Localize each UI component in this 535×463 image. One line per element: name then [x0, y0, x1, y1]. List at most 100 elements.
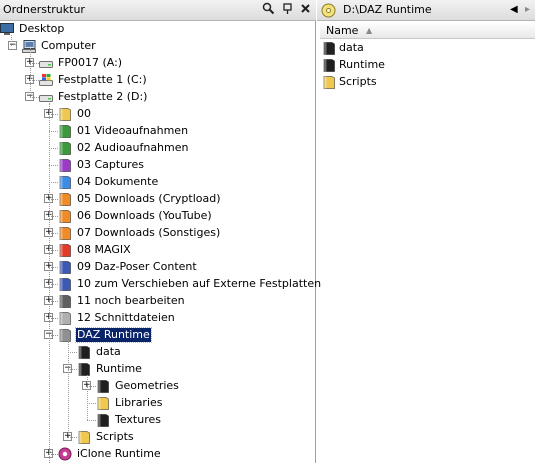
- address-bar[interactable]: D:\DAZ Runtime ◀ ▸: [317, 0, 535, 21]
- tree-item-label: 12 Schnittdateien: [77, 311, 175, 324]
- tree-item[interactable]: +12 Schnittdateien: [44, 310, 316, 327]
- folder-icon: [58, 226, 72, 240]
- tree-item[interactable]: data: [63, 344, 316, 361]
- tree-item-label: 02 Audioaufnahmen: [77, 141, 189, 154]
- tree-item-label: 08 MAGIX: [77, 243, 131, 256]
- tree-line: [49, 335, 58, 336]
- tree-item[interactable]: 02 Audioaufnahmen: [44, 140, 316, 157]
- folder-icon: [58, 158, 72, 172]
- tree-item[interactable]: + iClone Runtime: [44, 446, 316, 463]
- name-column-header[interactable]: Name ▲: [320, 22, 535, 39]
- tree-item-label: Geometries: [115, 379, 179, 392]
- tree-item[interactable]: Libraries: [82, 395, 316, 412]
- floppy-drive-icon: [39, 56, 53, 70]
- tree-line: [30, 46, 31, 97]
- folder-icon: [58, 311, 72, 325]
- tree-line: [49, 103, 50, 463]
- tree-item[interactable]: 01 Videoaufnahmen: [44, 123, 316, 140]
- tree-item[interactable]: − Runtime: [63, 361, 316, 378]
- file-list-pane: D:\DAZ Runtime ◀ ▸ Name ▲ data Runtime Scr…: [317, 0, 535, 463]
- tree-line: [87, 403, 96, 404]
- tree-item-label: FP0017 (A:): [58, 56, 123, 69]
- tree-item-label: iClone Runtime: [77, 447, 161, 460]
- tree-item[interactable]: − Festplatte 2 (D:): [25, 89, 316, 106]
- cd-drive-icon: [321, 3, 336, 18]
- tree-item-label: data: [96, 345, 121, 358]
- folder-icon: [77, 430, 91, 444]
- folder-icon: [322, 75, 336, 89]
- tree-item[interactable]: 03 Captures: [44, 157, 316, 174]
- tree-line: [68, 437, 77, 438]
- tree-item-label: 10 zum Verschieben auf Externe Festplatt…: [77, 277, 322, 290]
- tree-item-label: Festplatte 2 (D:): [58, 90, 148, 103]
- pin-icon[interactable]: [281, 2, 296, 17]
- tree-line: [49, 148, 58, 149]
- tree-line: [87, 386, 96, 387]
- tree-line: [68, 352, 77, 353]
- tree-item[interactable]: +05 Downloads (Cryptload): [44, 191, 316, 208]
- tree-line: [49, 114, 58, 115]
- tree-line: [49, 284, 58, 285]
- tree-line: [49, 131, 58, 132]
- tree-line: [49, 454, 58, 455]
- folder-icon: [322, 41, 336, 55]
- tree-item[interactable]: Textures: [82, 412, 316, 429]
- tree-item[interactable]: +10 zum Verschieben auf Externe Festplat…: [44, 276, 321, 293]
- hard-drive-icon: [39, 90, 53, 104]
- folder-icon: [58, 192, 72, 206]
- tree-line: [49, 165, 58, 166]
- folder-tree-title: Ordnerstruktur: [3, 3, 85, 16]
- tree-line: [49, 318, 58, 319]
- folder-icon: [58, 124, 72, 138]
- search-icon[interactable]: [262, 2, 277, 17]
- windows-drive-icon: [39, 73, 53, 87]
- forward-arrow-icon[interactable]: ▸: [525, 4, 530, 15]
- tree-item[interactable]: +09 Daz-Poser Content: [44, 259, 316, 276]
- iclone-folder-icon: [58, 447, 72, 461]
- desktop-icon: [0, 22, 14, 36]
- folder-icon: [58, 294, 72, 308]
- tree-item[interactable]: + Geometries: [82, 378, 316, 395]
- tree-item-label: Libraries: [115, 396, 163, 409]
- tree-line: [68, 369, 77, 370]
- tree-item[interactable]: +07 Downloads (Sonstiges): [44, 225, 316, 242]
- folder-icon: [77, 345, 91, 359]
- tree-item[interactable]: +06 Downloads (YouTube): [44, 208, 316, 225]
- tree-item-label: 04 Dokumente: [77, 175, 159, 188]
- tree-line: [49, 199, 58, 200]
- tree-item-label: 01 Videoaufnahmen: [77, 124, 189, 137]
- tree-item-label: 07 Downloads (Sonstiges): [77, 226, 221, 239]
- folder-tree-header: Ordnerstruktur: [0, 0, 316, 21]
- tree-item[interactable]: + Scripts: [63, 429, 316, 446]
- tree-item[interactable]: +11 noch bearbeiten: [44, 293, 316, 310]
- address-text: D:\DAZ Runtime: [343, 3, 432, 16]
- file-list-item-label: data: [339, 41, 364, 54]
- tree-item[interactable]: + Festplatte 1 (C:): [25, 72, 316, 89]
- folder-icon: [58, 277, 72, 291]
- folder-tree: Desktop − Computer + FP0017 (A:) + Festplatte …: [0, 21, 321, 463]
- tree-line: [30, 97, 39, 98]
- tree-item-label: 11 noch bearbeiten: [77, 294, 185, 307]
- name-column-label: Name: [326, 24, 359, 37]
- close-icon[interactable]: [299, 2, 314, 17]
- tree-item[interactable]: + FP0017 (A:): [25, 55, 316, 72]
- folder-icon: [58, 141, 72, 155]
- folder-icon: [58, 209, 72, 223]
- tree-item[interactable]: 04 Dokumente: [44, 174, 316, 191]
- tree-item[interactable]: +00: [44, 106, 316, 123]
- tree-line: [68, 341, 69, 437]
- tree-item[interactable]: − DAZ Runtime: [44, 327, 316, 344]
- file-list-item-label: Scripts: [339, 75, 377, 88]
- explorer-window: Ordnerstruktur Desktop − Computer + FP0017 (…: [0, 0, 535, 463]
- tree-item-label: Runtime: [96, 362, 142, 375]
- tree-item[interactable]: − Computer: [8, 38, 316, 55]
- sort-ascending-icon: ▲: [366, 26, 373, 35]
- tree-item[interactable]: Desktop: [0, 21, 299, 38]
- tree-item-label: Computer: [41, 39, 96, 52]
- folder-icon: [58, 175, 72, 189]
- tree-item-label: DAZ Runtime: [75, 327, 152, 343]
- tree-item-label: 05 Downloads (Cryptload): [77, 192, 221, 205]
- collapse-icon[interactable]: −: [8, 41, 17, 50]
- tree-item[interactable]: +08 MAGIX: [44, 242, 316, 259]
- back-arrow-icon[interactable]: ◀: [510, 4, 518, 15]
